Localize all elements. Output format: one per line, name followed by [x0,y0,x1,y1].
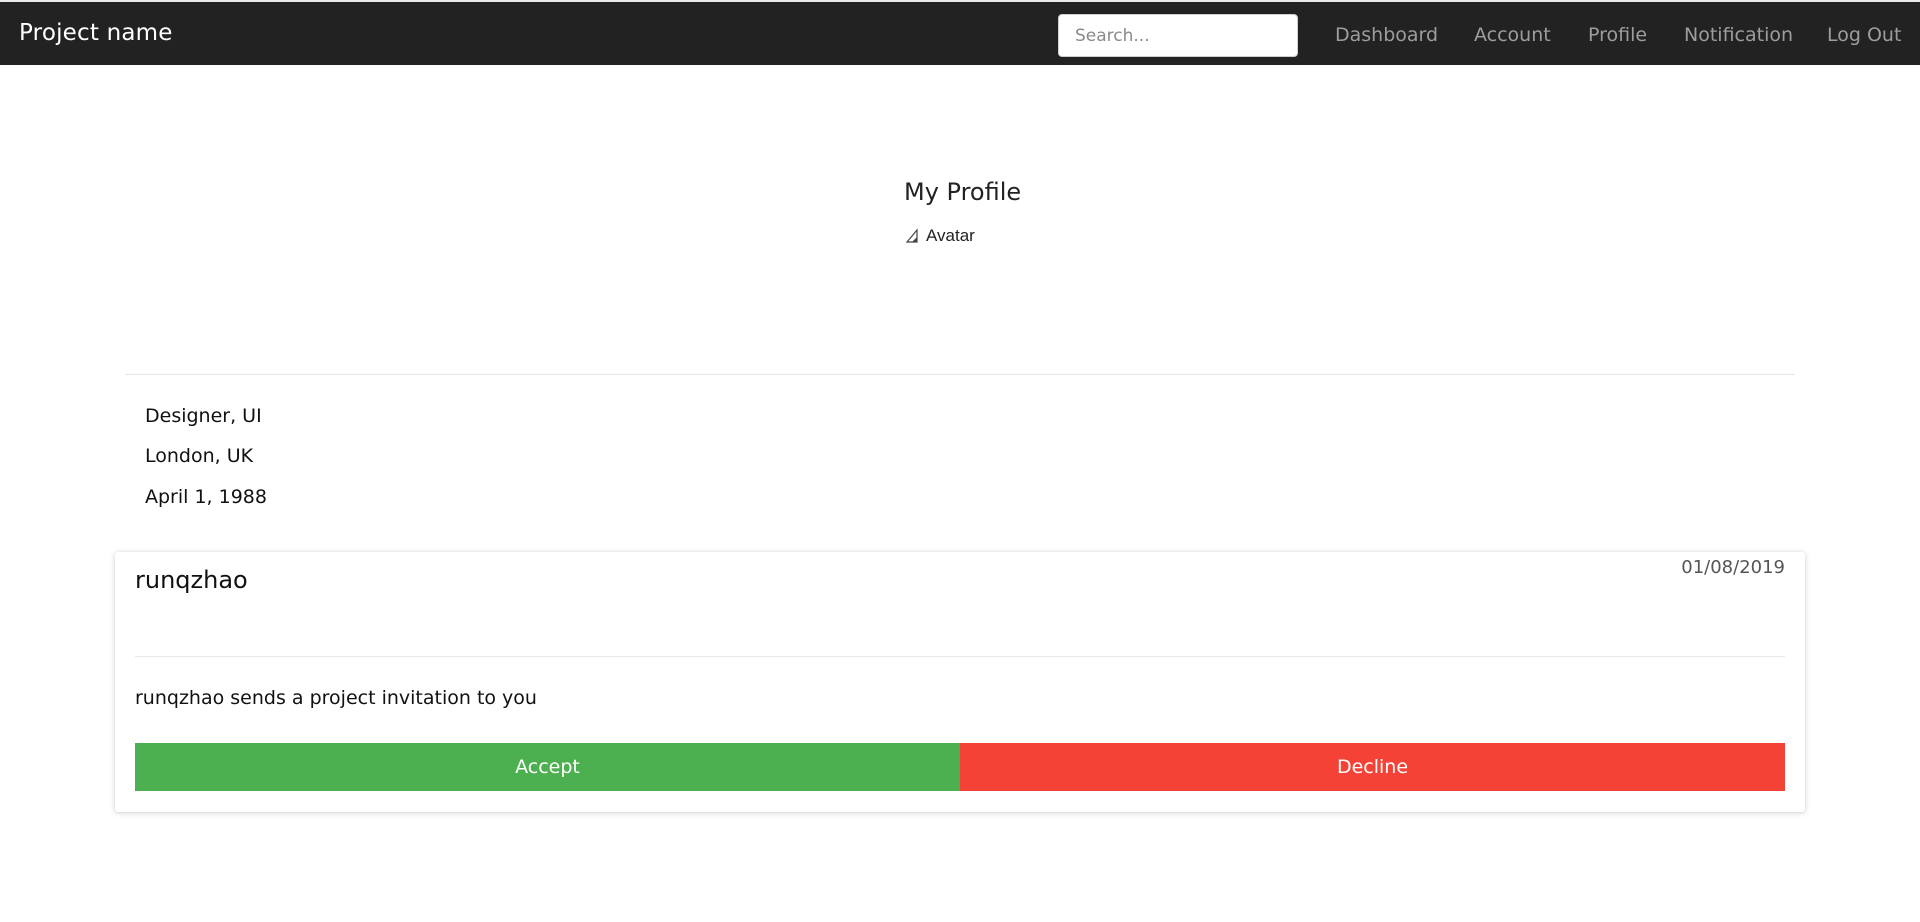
card-divider [135,656,1785,657]
avatar-alt-text: Avatar [926,226,975,245]
broken-image-icon [905,228,918,243]
decline-button[interactable]: Decline [960,743,1785,791]
accept-button[interactable]: Accept [135,743,960,791]
page-title: My Profile [904,178,1022,206]
profile-birthday: April 1, 1988 [145,486,267,508]
notification-message: runqzhao sends a project invitation to y… [135,687,537,709]
nav-link-notification[interactable]: Notification [1684,24,1793,46]
search-input[interactable] [1058,14,1298,57]
nav-link-logout[interactable]: Log Out [1827,24,1901,46]
brand-link[interactable]: Project name [19,20,173,46]
section-divider [125,374,1795,375]
notification-date: 01/08/2019 [1681,557,1785,578]
nav-link-dashboard[interactable]: Dashboard [1335,24,1438,46]
profile-role: Designer, UI [145,405,262,427]
nav-link-profile[interactable]: Profile [1588,24,1647,46]
avatar: Avatar [905,226,975,246]
notification-sender: runqzhao [135,566,248,594]
nav-link-account[interactable]: Account [1474,24,1551,46]
profile-location: London, UK [145,445,254,467]
notification-card: runqzhao 01/08/2019 runqzhao sends a pro… [115,552,1805,812]
top-navbar: Project name Dashboard Account Profile N… [0,0,1920,65]
